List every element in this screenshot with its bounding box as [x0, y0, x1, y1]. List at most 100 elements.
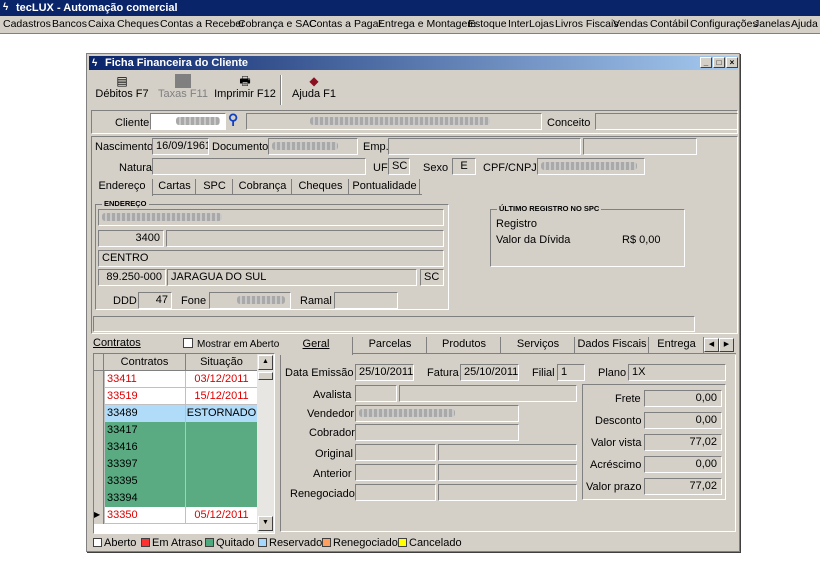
menu-estoque[interactable]: Estoque	[468, 18, 507, 30]
status-strip	[93, 316, 695, 332]
menu-contas-receber[interactable]: Contas a Receber	[160, 18, 245, 30]
table-row[interactable]: 33417	[94, 422, 257, 439]
valor-prazo-label: Valor prazo	[586, 481, 642, 493]
original-extra-field	[438, 444, 577, 461]
contratos-scrollbar[interactable]: ▲ ▼	[257, 354, 274, 533]
menu-configuracoes[interactable]: Configurações	[690, 18, 758, 30]
scroll-up-icon[interactable]: ▲	[258, 355, 273, 370]
numero-field: 3400	[98, 230, 164, 247]
vendedor-field	[355, 405, 519, 422]
cliente-label: Cliente	[115, 117, 150, 129]
col-situacao[interactable]: Situação	[186, 354, 257, 370]
contrato-num: 33350	[104, 507, 186, 524]
imprimir-button[interactable]: 🖶 Imprimir F12	[214, 74, 276, 106]
menu-cadastros[interactable]: Cadastros	[3, 18, 51, 30]
scroll-thumb[interactable]	[258, 372, 273, 380]
menu-contas-pagar[interactable]: Contas a Pagar	[309, 18, 382, 30]
debitos-label: Débitos F7	[95, 88, 149, 100]
original-field	[355, 444, 436, 461]
contrato-num: 33397	[104, 456, 186, 473]
legend-swatch	[141, 538, 150, 547]
tab-dados-fiscais[interactable]: Dados Fiscais	[576, 337, 649, 353]
tab-geral[interactable]: Geral	[280, 337, 353, 355]
menu-bancos[interactable]: Bancos	[52, 18, 87, 30]
complemento-field	[166, 230, 444, 247]
legend-cancelado: Cancelado	[398, 537, 462, 549]
contrato-situacao: 03/12/2011	[194, 373, 249, 385]
menu-ajuda[interactable]: Ajuda	[791, 18, 818, 30]
contrato-num: 33416	[104, 439, 186, 456]
uf-label: UF	[373, 162, 388, 174]
menu-cheques[interactable]: Cheques	[117, 18, 159, 30]
data-emissao-label: Data Emissão	[285, 367, 354, 379]
legend-reservado: Reservado	[258, 537, 322, 549]
tab-scroll-left-icon[interactable]: ◀	[704, 338, 719, 352]
window-title: Ficha Financeira do Cliente	[105, 57, 249, 69]
table-row[interactable]: 33489 ESTORNADO	[94, 405, 257, 422]
menu-vendas[interactable]: Vendas	[613, 18, 648, 30]
tab-pontualidade[interactable]: Pontualidade	[350, 179, 420, 195]
tab-servicos[interactable]: Serviços	[502, 337, 575, 353]
table-row[interactable]: 33411 03/12/2011	[94, 371, 257, 388]
tab-endereco[interactable]: Endereço	[92, 179, 153, 196]
scroll-down-icon[interactable]: ▼	[258, 516, 273, 531]
ramal-label: Ramal	[300, 295, 332, 307]
nascimento-label: Nascimento	[95, 141, 154, 153]
plano-label: Plano	[598, 367, 627, 379]
contrato-situacao: ESTORNADO	[186, 405, 257, 422]
menu-cobranca-sac[interactable]: Cobrança e SAC	[238, 18, 317, 30]
contratos-rows: 33411 03/12/2011 33519 15/12/2011 33489 EST…	[94, 371, 257, 531]
contrato-num: 33519	[104, 388, 186, 405]
menu-entrega-montagem[interactable]: Entrega e Montagem	[378, 18, 476, 30]
legend-em-atraso: Em Atraso	[141, 537, 203, 549]
anterior-label: Anterior	[313, 468, 352, 480]
endereco-group-title: ENDEREÇO	[102, 199, 149, 208]
contrato-num: 33395	[104, 473, 186, 490]
legend-renegociado: Renegociado	[322, 537, 398, 549]
table-row[interactable]: 33395	[94, 473, 257, 490]
sexo-label: Sexo	[423, 162, 449, 174]
renegociado-extra-field	[438, 484, 577, 501]
conceito-label: Conceito	[547, 117, 591, 129]
close-button[interactable]: ×	[726, 57, 738, 68]
search-icon[interactable]: ⚲	[228, 112, 238, 126]
taxas-button[interactable]: Taxas F11	[157, 74, 209, 106]
menu-caixa[interactable]: Caixa	[88, 18, 115, 30]
legend-aberto: Aberto	[93, 537, 136, 549]
menu-interlojas[interactable]: InterLojas	[508, 18, 554, 30]
tab-spc[interactable]: SPC	[197, 179, 233, 195]
table-row[interactable]: 33519 15/12/2011	[94, 388, 257, 405]
cliente-code-input[interactable]	[150, 113, 226, 130]
minimize-button[interactable]: _	[700, 57, 712, 68]
spc-valor-label: Valor da Dívida	[496, 234, 571, 246]
menu-janelas[interactable]: Janelas	[754, 18, 790, 30]
ajuda-button[interactable]: ◆ Ajuda F1	[290, 74, 338, 106]
tab-parcelas[interactable]: Parcelas	[354, 337, 427, 353]
tab-cheques[interactable]: Cheques	[293, 179, 349, 195]
table-row[interactable]: 33416	[94, 439, 257, 456]
vendedor-label: Vendedor	[307, 408, 355, 420]
cpf-label: CPF/CNPJ	[483, 162, 537, 174]
menu-livros-fiscais[interactable]: Livros Fiscais	[555, 18, 619, 30]
contrato-situacao: 05/12/2011	[194, 509, 249, 521]
tab-scroll-right-icon[interactable]: ▶	[719, 338, 734, 352]
tab-cobranca[interactable]: Cobrança	[234, 179, 292, 195]
mostrar-aberto-checkbox[interactable]	[183, 338, 193, 348]
tab-produtos[interactable]: Produtos	[428, 337, 501, 353]
fatura-label: Fatura	[427, 367, 459, 379]
maximize-button[interactable]: □	[713, 57, 725, 68]
table-row[interactable]: 33397	[94, 456, 257, 473]
tab-cartas[interactable]: Cartas	[154, 179, 196, 195]
debitos-button[interactable]: ▤ Débitos F7	[94, 74, 150, 106]
table-row[interactable]: ▶ 33350 05/12/2011	[94, 507, 257, 524]
table-row[interactable]: 33394	[94, 490, 257, 507]
col-contratos[interactable]: Contratos	[104, 354, 186, 370]
menu-contabil[interactable]: Contábil	[650, 18, 689, 30]
data-emissao-field: 25/10/2011	[355, 364, 414, 381]
printer-icon: 🖶	[239, 74, 251, 88]
window-title-bar: ϟ Ficha Financeira do Cliente _ □ ×	[89, 56, 738, 70]
legend-swatch	[205, 538, 214, 547]
tab-entrega[interactable]: Entrega	[650, 337, 704, 353]
contrato-situacao	[186, 422, 257, 439]
cliente-name-field	[246, 113, 542, 130]
